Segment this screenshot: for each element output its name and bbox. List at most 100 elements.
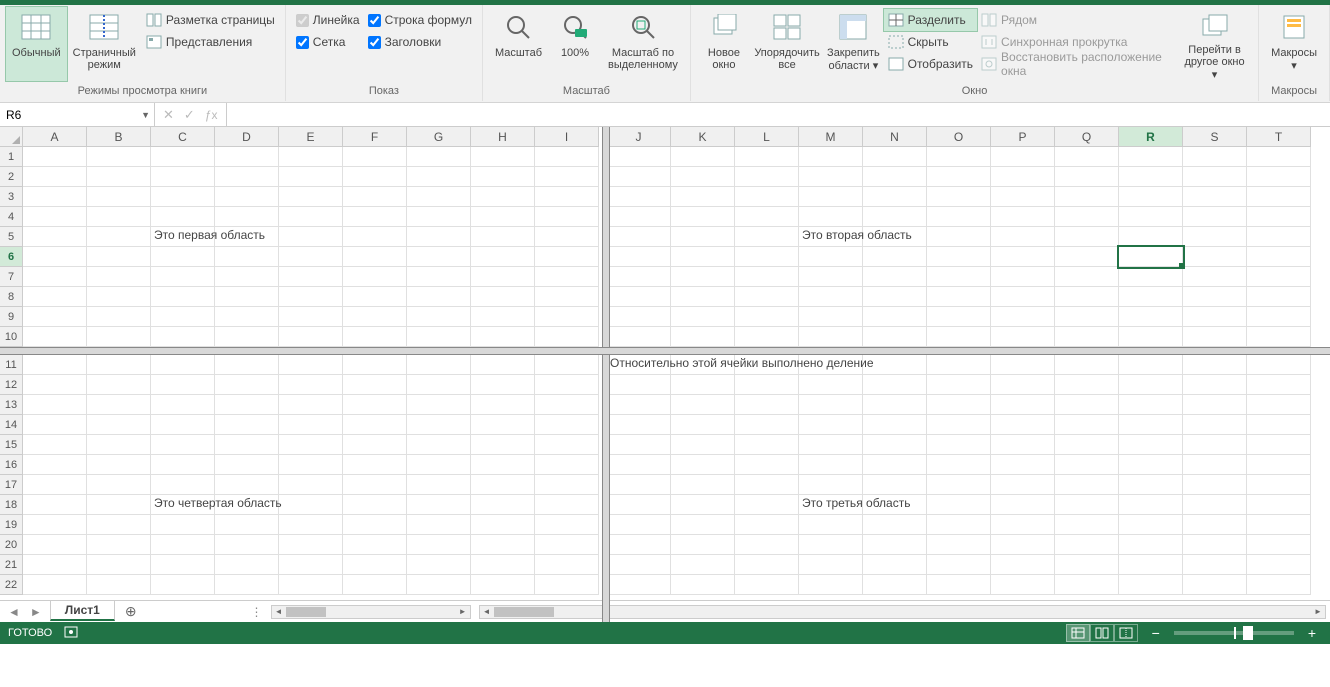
- cell[interactable]: [279, 535, 343, 555]
- cell[interactable]: [735, 147, 799, 167]
- row-header[interactable]: 22: [0, 575, 23, 595]
- zoom-in-button[interactable]: +: [1302, 625, 1322, 641]
- cell[interactable]: [1055, 375, 1119, 395]
- cell[interactable]: [607, 395, 671, 415]
- cell[interactable]: [1247, 355, 1311, 375]
- cell[interactable]: [863, 267, 927, 287]
- cell[interactable]: [343, 375, 407, 395]
- cell[interactable]: [735, 535, 799, 555]
- cell[interactable]: [991, 327, 1055, 347]
- cell[interactable]: [671, 435, 735, 455]
- cell[interactable]: [1247, 455, 1311, 475]
- cell[interactable]: [343, 287, 407, 307]
- cell[interactable]: [735, 247, 799, 267]
- row-header[interactable]: 1: [0, 147, 23, 167]
- cell[interactable]: [863, 307, 927, 327]
- cell[interactable]: [1055, 495, 1119, 515]
- cell[interactable]: [151, 167, 215, 187]
- cell[interactable]: [215, 267, 279, 287]
- cell[interactable]: [471, 147, 535, 167]
- cell[interactable]: [863, 455, 927, 475]
- cell[interactable]: [23, 415, 87, 435]
- cell[interactable]: [343, 575, 407, 595]
- name-box[interactable]: ▼: [0, 103, 155, 126]
- cell[interactable]: [151, 475, 215, 495]
- cell[interactable]: [927, 307, 991, 327]
- cell[interactable]: [863, 167, 927, 187]
- cell[interactable]: [607, 375, 671, 395]
- col-header[interactable]: L: [735, 127, 799, 147]
- hscroll-left[interactable]: ◄►: [271, 605, 471, 619]
- row-header[interactable]: 11: [0, 355, 23, 375]
- cell[interactable]: [991, 187, 1055, 207]
- cell[interactable]: [991, 375, 1055, 395]
- cell[interactable]: [607, 515, 671, 535]
- cell[interactable]: [1119, 267, 1183, 287]
- cell[interactable]: [279, 227, 343, 247]
- row-header[interactable]: 5: [0, 227, 23, 247]
- zoom-slider[interactable]: [1174, 631, 1294, 635]
- cell[interactable]: [1183, 167, 1247, 187]
- cell[interactable]: [151, 555, 215, 575]
- cell[interactable]: [279, 247, 343, 267]
- cell[interactable]: [735, 227, 799, 247]
- cell[interactable]: [151, 535, 215, 555]
- cell[interactable]: [863, 375, 927, 395]
- cell[interactable]: [735, 287, 799, 307]
- cell[interactable]: [215, 187, 279, 207]
- cell[interactable]: [991, 147, 1055, 167]
- cell[interactable]: [1247, 187, 1311, 207]
- col-header[interactable]: J: [607, 127, 671, 147]
- col-header[interactable]: C: [151, 127, 215, 147]
- cell[interactable]: [407, 147, 471, 167]
- cancel-icon[interactable]: ✕: [163, 107, 174, 123]
- cell[interactable]: [471, 227, 535, 247]
- cell[interactable]: [1119, 327, 1183, 347]
- cell[interactable]: [1119, 307, 1183, 327]
- cell[interactable]: [471, 455, 535, 475]
- cell[interactable]: [927, 435, 991, 455]
- cell[interactable]: [735, 515, 799, 535]
- cell[interactable]: [1119, 415, 1183, 435]
- cell[interactable]: [863, 327, 927, 347]
- cell[interactable]: [927, 187, 991, 207]
- cell[interactable]: [927, 267, 991, 287]
- cell[interactable]: [863, 415, 927, 435]
- cell[interactable]: [799, 395, 863, 415]
- col-header[interactable]: H: [471, 127, 535, 147]
- cell[interactable]: [279, 207, 343, 227]
- cell[interactable]: [471, 327, 535, 347]
- cell[interactable]: [407, 207, 471, 227]
- cell[interactable]: [471, 395, 535, 415]
- cell[interactable]: [535, 287, 599, 307]
- cell[interactable]: [535, 267, 599, 287]
- cell[interactable]: [23, 535, 87, 555]
- cell[interactable]: [23, 187, 87, 207]
- fx-icon[interactable]: ƒx: [205, 108, 218, 122]
- cell[interactable]: [607, 187, 671, 207]
- new-window-button[interactable]: Новое окно: [697, 7, 751, 81]
- cell[interactable]: [863, 475, 927, 495]
- cell[interactable]: [151, 247, 215, 267]
- cell[interactable]: [151, 515, 215, 535]
- cell[interactable]: [991, 415, 1055, 435]
- cell[interactable]: [1055, 307, 1119, 327]
- cell[interactable]: [1055, 555, 1119, 575]
- cell[interactable]: [215, 475, 279, 495]
- chevron-down-icon[interactable]: ▼: [141, 110, 150, 120]
- cell[interactable]: [735, 475, 799, 495]
- cell[interactable]: [1119, 187, 1183, 207]
- cell[interactable]: [151, 455, 215, 475]
- cell[interactable]: [215, 455, 279, 475]
- tab-split-handle[interactable]: ⋮: [247, 605, 267, 619]
- cell[interactable]: [279, 435, 343, 455]
- cell[interactable]: [927, 287, 991, 307]
- cell[interactable]: [151, 415, 215, 435]
- cell[interactable]: [863, 575, 927, 595]
- cell[interactable]: [343, 267, 407, 287]
- cell[interactable]: [1183, 515, 1247, 535]
- cell[interactable]: [671, 375, 735, 395]
- cell[interactable]: [471, 475, 535, 495]
- cell[interactable]: [863, 287, 927, 307]
- cell[interactable]: [87, 355, 151, 375]
